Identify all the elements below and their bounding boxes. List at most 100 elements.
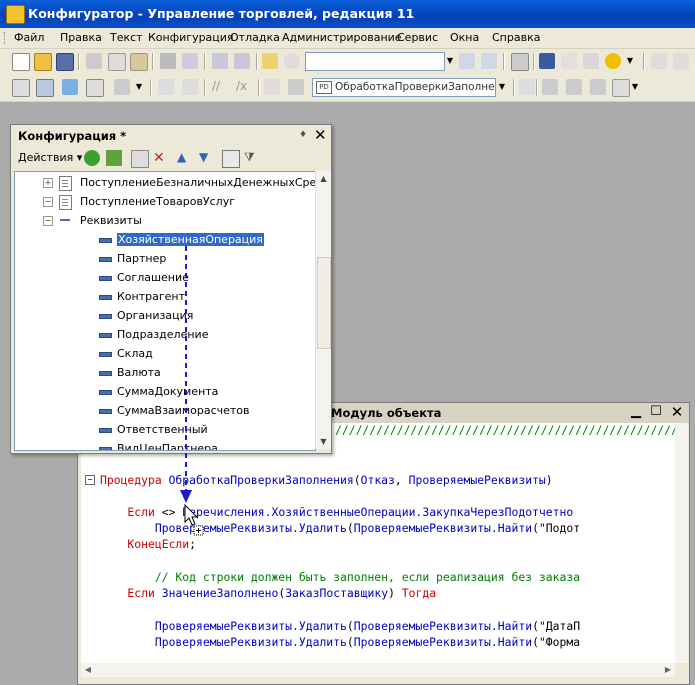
open-icon[interactable] xyxy=(34,53,52,71)
menu-windows[interactable]: Окна xyxy=(450,31,479,44)
menu-configuration[interactable]: Конфигурация xyxy=(148,31,234,44)
close-icon[interactable]: ✕ xyxy=(670,405,684,420)
procedure-combo[interactable]: PD ОбработкаПроверкиЗаполнени xyxy=(312,78,496,97)
copy-object-icon[interactable] xyxy=(131,150,149,168)
module-horizontal-scrollbar[interactable]: ◀ ▶ xyxy=(81,663,675,677)
tree-item[interactable]: Валюта xyxy=(15,363,315,382)
copy-icon[interactable] xyxy=(108,53,126,71)
tree-item[interactable]: Организация xyxy=(15,306,315,325)
module-icon[interactable] xyxy=(158,79,174,95)
tree-item[interactable]: Партнер xyxy=(15,249,315,268)
collapse-icon[interactable]: − xyxy=(43,197,53,207)
new-icon[interactable] xyxy=(12,53,30,71)
tree-item[interactable]: ВидЦенПартнера xyxy=(15,439,315,450)
print-icon[interactable] xyxy=(160,53,176,69)
scroll-up-icon[interactable]: ▲ xyxy=(316,171,331,186)
search-icon[interactable] xyxy=(284,53,300,69)
debug3-icon[interactable] xyxy=(590,79,606,95)
open-config-icon[interactable] xyxy=(12,79,30,97)
tree-item-label: Валюта xyxy=(117,366,161,379)
info-icon[interactable] xyxy=(605,53,621,69)
run-dropdown-icon[interactable]: ▼ xyxy=(132,78,146,95)
menu-text[interactable]: Текст xyxy=(110,31,143,44)
window-title: Конфигуратор - Управление торговлей, ред… xyxy=(28,6,415,21)
menu-edit[interactable]: Правка xyxy=(60,31,102,44)
toolbar-extra-icon[interactable] xyxy=(651,53,667,69)
menu-service[interactable]: Сервис xyxy=(397,31,438,44)
tree-item-label: Склад xyxy=(117,347,153,360)
move-down-icon[interactable]: ▼ xyxy=(199,150,215,166)
tree-item[interactable]: СуммаВзаиморасчетов xyxy=(15,401,315,420)
scroll-down-icon[interactable]: ▼ xyxy=(316,434,331,449)
update-db-icon[interactable] xyxy=(86,79,104,97)
toolbar-extra2-icon[interactable] xyxy=(673,53,689,69)
save-icon[interactable] xyxy=(56,53,74,71)
move-up-icon[interactable]: ▲ xyxy=(177,150,193,166)
tree-item[interactable]: Контрагент xyxy=(15,287,315,306)
find-prev-icon[interactable] xyxy=(481,53,497,69)
tree-item[interactable]: ХозяйственнаяОперация xyxy=(15,230,315,249)
redo-icon[interactable] xyxy=(234,53,250,69)
tree-item[interactable]: СуммаДокумента xyxy=(15,382,315,401)
sort-icon[interactable] xyxy=(222,150,240,168)
comment-icon[interactable]: // xyxy=(212,79,228,95)
tree-item[interactable]: Соглашение xyxy=(15,268,315,287)
breakpoint-icon[interactable] xyxy=(519,79,535,95)
help-index-icon[interactable] xyxy=(583,53,599,69)
syntax-check-icon[interactable] xyxy=(182,79,198,95)
scroll-left-icon[interactable]: ◀ xyxy=(81,663,95,677)
actions-menu[interactable]: Действия ▾ xyxy=(18,151,82,164)
tree-vertical-scrollbar[interactable]: ▲ ▼ xyxy=(315,171,331,449)
tree-item[interactable]: − Реквизиты xyxy=(15,211,315,230)
search-input[interactable] xyxy=(305,52,445,71)
paste-icon[interactable] xyxy=(130,53,148,71)
add-icon[interactable] xyxy=(84,150,100,166)
format-icon[interactable] xyxy=(264,79,280,95)
fold-icon[interactable]: − xyxy=(85,475,95,485)
preview-icon[interactable] xyxy=(182,53,198,69)
expand-icon[interactable]: + xyxy=(43,178,53,188)
search-dropdown-icon[interactable]: ▼ xyxy=(443,52,457,69)
find-in-tree-icon[interactable] xyxy=(262,53,278,69)
maximize-icon[interactable]: ☐ xyxy=(649,405,663,419)
help-search-icon[interactable] xyxy=(561,53,577,69)
pin-icon[interactable]: ♦ xyxy=(299,130,307,140)
collapse-icon[interactable]: − xyxy=(43,216,53,226)
database-icon[interactable] xyxy=(62,79,78,95)
menu-administration[interactable]: Администрирование xyxy=(282,31,402,44)
tree-item[interactable]: + ПоступлениеБезналичныхДенежныхСредств xyxy=(15,173,315,192)
goto-icon[interactable] xyxy=(288,79,304,95)
code-editor[interactable]: − //////////////////////////////////////… xyxy=(81,423,675,663)
config-tree-icon[interactable] xyxy=(36,79,54,97)
find-next-icon[interactable] xyxy=(459,53,475,69)
scroll-thumb[interactable] xyxy=(317,257,331,349)
tree-item[interactable]: Склад xyxy=(15,344,315,363)
module-vertical-scrollbar[interactable] xyxy=(675,423,688,663)
delete-icon[interactable]: ✕ xyxy=(153,150,169,166)
uncomment-icon[interactable]: /x xyxy=(236,79,252,95)
tree-item[interactable]: Ответственный xyxy=(15,420,315,439)
filter-icon[interactable]: ⧩ xyxy=(244,150,260,166)
code-line: ПроверяемыеРеквизиты.Удалить(Проверяемые… xyxy=(100,521,581,535)
scroll-right-icon[interactable]: ▶ xyxy=(661,663,675,677)
debug2-icon[interactable] xyxy=(566,79,582,95)
minimize-icon[interactable]: ▁ xyxy=(629,405,643,419)
menu-debug[interactable]: Отладка xyxy=(230,31,280,44)
undo-icon[interactable] xyxy=(212,53,228,69)
panel-close-icon[interactable]: ✕ xyxy=(314,126,327,144)
edit-icon[interactable] xyxy=(106,150,122,166)
run-icon[interactable] xyxy=(114,79,130,95)
clear-dropdown-icon[interactable]: ▼ xyxy=(628,78,642,95)
debug-icon[interactable] xyxy=(542,79,558,95)
attribute-icon xyxy=(99,238,112,243)
cut-icon[interactable] xyxy=(86,53,102,69)
tree-item[interactable]: Подразделение xyxy=(15,325,315,344)
tree-item[interactable]: − ПоступлениеТоваровУслуг xyxy=(15,192,315,211)
procedure-dropdown-icon[interactable]: ▼ xyxy=(495,78,509,95)
configuration-tree[interactable]: + ПоступлениеБезналичныхДенежныхСредств − П… xyxy=(14,171,316,451)
windows-icon[interactable] xyxy=(511,53,529,71)
menu-help[interactable]: Справка xyxy=(492,31,540,44)
menu-file[interactable]: Файл xyxy=(14,31,44,44)
info-dropdown-icon[interactable]: ▼ xyxy=(623,52,637,69)
help-topic-icon[interactable] xyxy=(539,53,555,69)
